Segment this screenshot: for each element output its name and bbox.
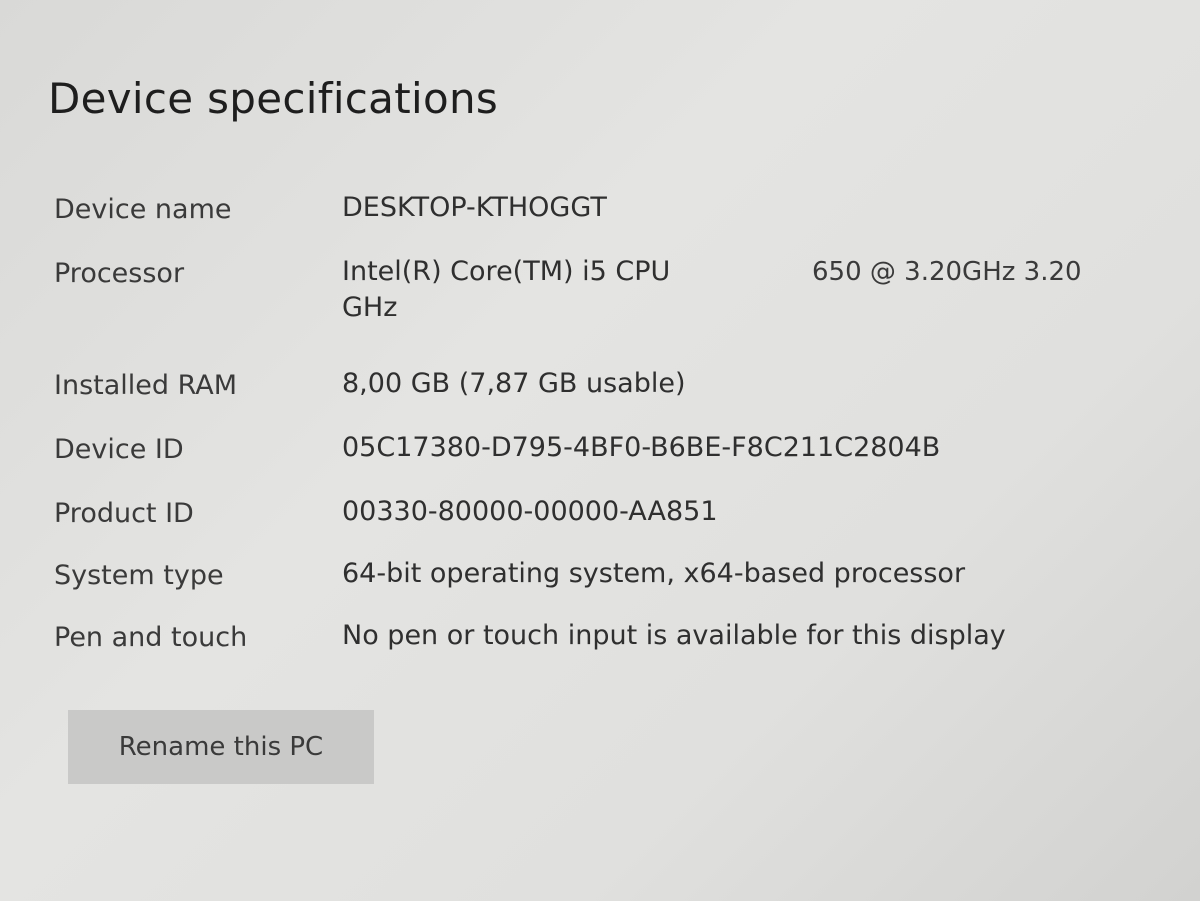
spec-label-pen-and-touch: Pen and touch — [54, 622, 248, 653]
spec-label-device-name: Device name — [54, 194, 232, 225]
spec-label-installed-ram: Installed RAM — [54, 370, 238, 401]
spec-value-device-name: DESKTOP-KTHOGGT — [342, 192, 607, 223]
spec-value-installed-ram: 8,00 GB (7,87 GB usable) — [342, 368, 686, 399]
device-specifications-panel: Device specifications Device name DESKTO… — [0, 0, 1200, 901]
spec-row-processor: Processor Intel(R) Core(TM) i5 CPU 650 @… — [54, 256, 1174, 348]
spec-value-pen-and-touch: No pen or touch input is available for t… — [342, 620, 1006, 651]
section-title: Device specifications — [48, 74, 499, 123]
spec-row-device-id: Device ID 05C17380-D795-4BF0-B6BE-F8C211… — [54, 432, 1174, 490]
spec-value-system-type: 64-bit operating system, x64-based proce… — [342, 558, 966, 589]
spec-value-processor: Intel(R) Core(TM) i5 CPU — [342, 256, 671, 287]
rename-this-pc-button[interactable]: Rename this PC — [68, 710, 374, 784]
spec-label-processor: Processor — [54, 258, 185, 289]
spec-row-installed-ram: Installed RAM 8,00 GB (7,87 GB usable) — [54, 368, 1174, 426]
spec-value-processor-speed: 650 @ 3.20GHz 3.20 — [812, 257, 1082, 287]
spec-value-product-id: 00330-80000-00000-AA851 — [342, 496, 718, 527]
spec-value-device-id: 05C17380-D795-4BF0-B6BE-F8C211C2804B — [342, 432, 941, 463]
spec-row-device-name: Device name DESKTOP-KTHOGGT — [54, 192, 1174, 250]
spec-label-product-id: Product ID — [54, 498, 194, 529]
spec-row-pen-and-touch: Pen and touch No pen or touch input is a… — [54, 620, 1174, 678]
spec-row-product-id: Product ID 00330-80000-00000-AA851 — [54, 496, 1174, 554]
spec-label-system-type: System type — [54, 560, 224, 591]
spec-label-device-id: Device ID — [54, 434, 184, 465]
spec-value-processor-unit: GHz — [342, 292, 398, 323]
spec-row-system-type: System type 64-bit operating system, x64… — [54, 558, 1174, 616]
